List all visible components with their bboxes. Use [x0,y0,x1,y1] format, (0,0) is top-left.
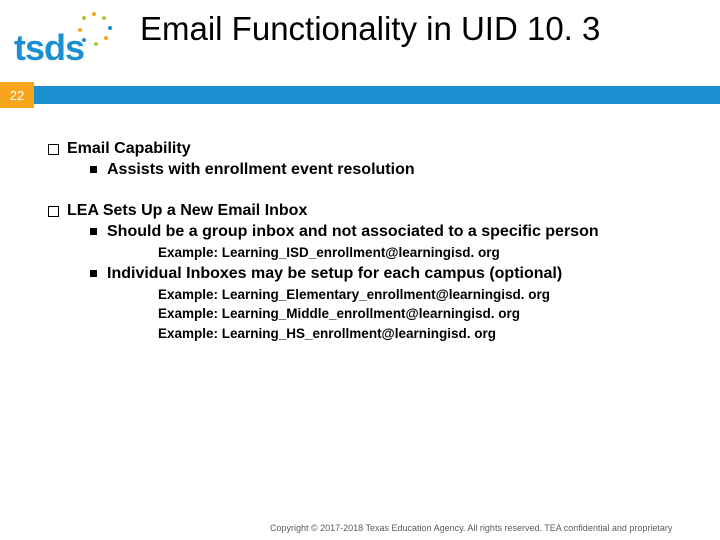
sub-bullet-text: Should be a group inbox and not associat… [107,222,599,242]
square-bullet-icon [90,228,97,235]
example-line: Example: Learning_Middle_enrollment@lear… [158,305,690,323]
section-heading: LEA Sets Up a New Email Inbox [67,202,307,220]
sub-bullet-row: Should be a group inbox and not associat… [90,222,690,242]
page-number: 22 [10,88,24,103]
example-line: Example: Learning_ISD_enrollment@learnin… [158,244,690,262]
sub-bullet-text: Assists with enrollment event resolution [107,160,415,180]
page-number-badge: 22 [0,82,34,108]
sub-bullet-row: Assists with enrollment event resolution [90,160,690,180]
checkbox-bullet-icon [48,206,59,217]
example-line: Example: Learning_HS_enrollment@learning… [158,325,690,343]
accent-bar [34,86,720,104]
slide-content: Email Capability Assists with enrollment… [48,140,690,342]
section-heading-row: Email Capability [48,140,690,158]
slide-header: tsds Email Functionality in UID 10. 3 [0,0,720,66]
section-heading-row: LEA Sets Up a New Email Inbox [48,202,690,220]
example-line: Example: Learning_Elementary_enrollment@… [158,286,690,304]
sub-bullet-text: Individual Inboxes may be setup for each… [107,264,562,284]
copyright-footer: Copyright © 2017-2018 Texas Education Ag… [270,523,710,534]
tsds-logo: tsds [14,18,140,66]
sub-bullet-row: Individual Inboxes may be setup for each… [90,264,690,284]
section-heading: Email Capability [67,140,191,158]
logo-area: tsds [0,8,140,66]
square-bullet-icon [90,166,97,173]
logo-dots-icon [78,12,114,48]
slide-title: Email Functionality in UID 10. 3 [140,8,600,48]
checkbox-bullet-icon [48,144,59,155]
logo-text: tsds [14,18,140,66]
square-bullet-icon [90,270,97,277]
